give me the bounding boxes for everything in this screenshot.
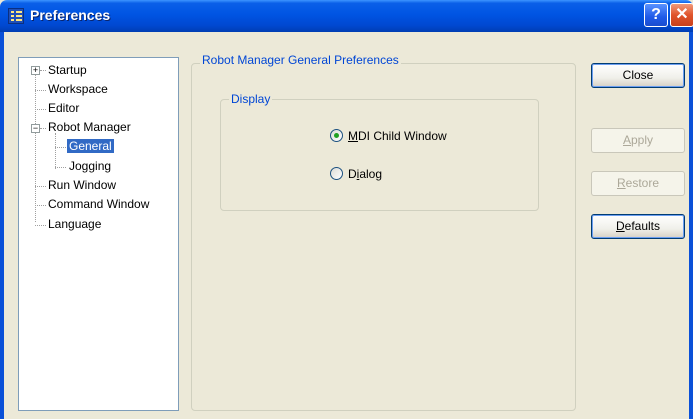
tree-item-command-window[interactable]: Command Window <box>48 196 149 213</box>
tree-connector <box>35 70 36 222</box>
mnemonic-letter: A <box>622 133 631 147</box>
tree-item-editor[interactable]: Editor <box>48 100 79 117</box>
tree-item-run-window[interactable]: Run Window <box>48 177 116 194</box>
tree-item-label: Startup <box>48 63 87 77</box>
mnemonic-letter: D <box>615 219 625 233</box>
group-title: Robot Manager General Preferences <box>200 53 401 67</box>
tree-item-label: Language <box>48 217 102 231</box>
tree-connector <box>40 128 46 129</box>
window-close-button[interactable]: ✕ <box>670 3 693 27</box>
tree-item-general[interactable]: General <box>67 138 114 155</box>
expand-startup-icon[interactable]: + <box>31 66 40 75</box>
tree-connector <box>55 133 56 169</box>
tree-item-robot-manager[interactable]: Robot Manager <box>48 119 131 136</box>
tree-item-language[interactable]: Language <box>48 216 101 233</box>
close-button[interactable]: Close <box>591 63 685 88</box>
mnemonic-letter: M <box>348 129 358 143</box>
window-title: Preferences <box>30 7 111 23</box>
tree-connector <box>35 109 46 110</box>
tree-item-label: Run Window <box>48 178 117 192</box>
restore-button[interactable]: Restore <box>591 171 685 196</box>
tree-item-label: General <box>67 139 114 153</box>
tree-item-label: Robot Manager <box>48 120 131 134</box>
button-label: estore <box>625 176 660 190</box>
collapse-robot-manager-icon[interactable]: − <box>31 124 40 133</box>
label-part: alog <box>359 167 383 181</box>
tree-connector <box>55 147 66 148</box>
mnemonic-letter: R <box>616 176 626 190</box>
radio-selected-dot <box>334 133 339 138</box>
mdi-child-window-label[interactable]: MDI Child Window <box>348 129 447 143</box>
window-border-right <box>689 32 693 419</box>
tree-item-startup[interactable]: Startup <box>48 62 87 79</box>
tree-item-label: Workspace <box>48 82 108 96</box>
label-part: D <box>348 167 357 181</box>
tree-connector <box>35 186 46 187</box>
mdi-child-window-radio[interactable] <box>330 129 343 142</box>
tree-item-jogging[interactable]: Jogging <box>69 158 111 175</box>
dialog-label[interactable]: Dialog <box>348 167 382 181</box>
defaults-button[interactable]: Defaults <box>591 214 685 239</box>
tree-item-label: Command Window <box>48 197 150 211</box>
title-bar[interactable]: Preferences ? ✕ <box>0 0 693 32</box>
preferences-tree[interactable]: + − Startup Workspace Editor Robot Manag… <box>18 57 179 411</box>
tree-connector <box>35 225 46 226</box>
help-button[interactable]: ? <box>644 3 668 27</box>
tree-connector <box>35 90 46 91</box>
app-menu-icon[interactable] <box>8 8 24 24</box>
label-part: DI Child Window <box>358 129 447 143</box>
tree-item-workspace[interactable]: Workspace <box>48 81 108 98</box>
button-label: pply <box>631 133 654 147</box>
tree-connector <box>55 167 66 168</box>
display-group-title: Display <box>229 92 273 106</box>
tree-item-label: Jogging <box>69 159 112 173</box>
display-group <box>220 99 539 211</box>
tree-connector <box>35 205 46 206</box>
button-label: efaults <box>624 219 661 233</box>
tree-item-label: Editor <box>48 101 80 115</box>
dialog-radio[interactable] <box>330 167 343 180</box>
apply-button[interactable]: Apply <box>591 128 685 153</box>
tree-connector <box>40 70 46 71</box>
window-border-left <box>0 32 4 419</box>
